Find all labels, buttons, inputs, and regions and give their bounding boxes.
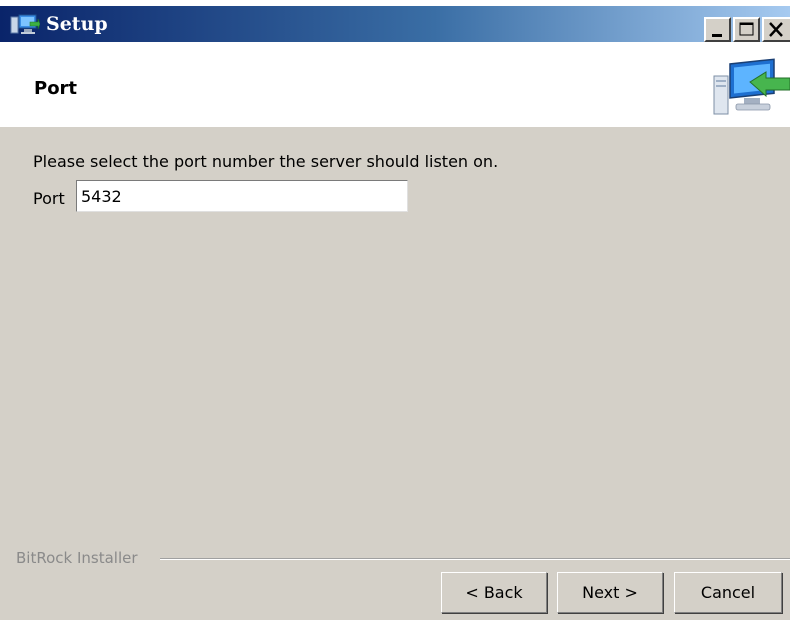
header-separator — [0, 126, 790, 127]
page-title: Port — [34, 78, 78, 99]
cancel-button[interactable]: Cancel — [674, 572, 782, 613]
minimize-icon — [712, 34, 722, 37]
minimize-button[interactable] — [704, 17, 731, 42]
close-button[interactable] — [762, 17, 790, 42]
port-input[interactable] — [76, 180, 408, 212]
back-button[interactable]: < Back — [441, 572, 547, 613]
setup-window: Setup Port Please select the port number… — [0, 6, 790, 620]
installer-app-icon — [10, 13, 41, 37]
page-header: Port — [0, 42, 790, 127]
footer-separator — [160, 558, 790, 560]
window-title: Setup — [46, 13, 108, 35]
next-button[interactable]: Next > — [557, 572, 663, 613]
maximize-button[interactable] — [733, 17, 760, 42]
maximize-icon — [739, 22, 754, 36]
title-bar[interactable]: Setup — [0, 6, 790, 42]
port-label: Port — [33, 189, 65, 208]
instruction-text: Please select the port number the server… — [33, 152, 499, 171]
close-icon — [769, 22, 783, 37]
installer-brand: BitRock Installer — [16, 549, 138, 567]
computer-arrow-icon — [710, 58, 790, 120]
